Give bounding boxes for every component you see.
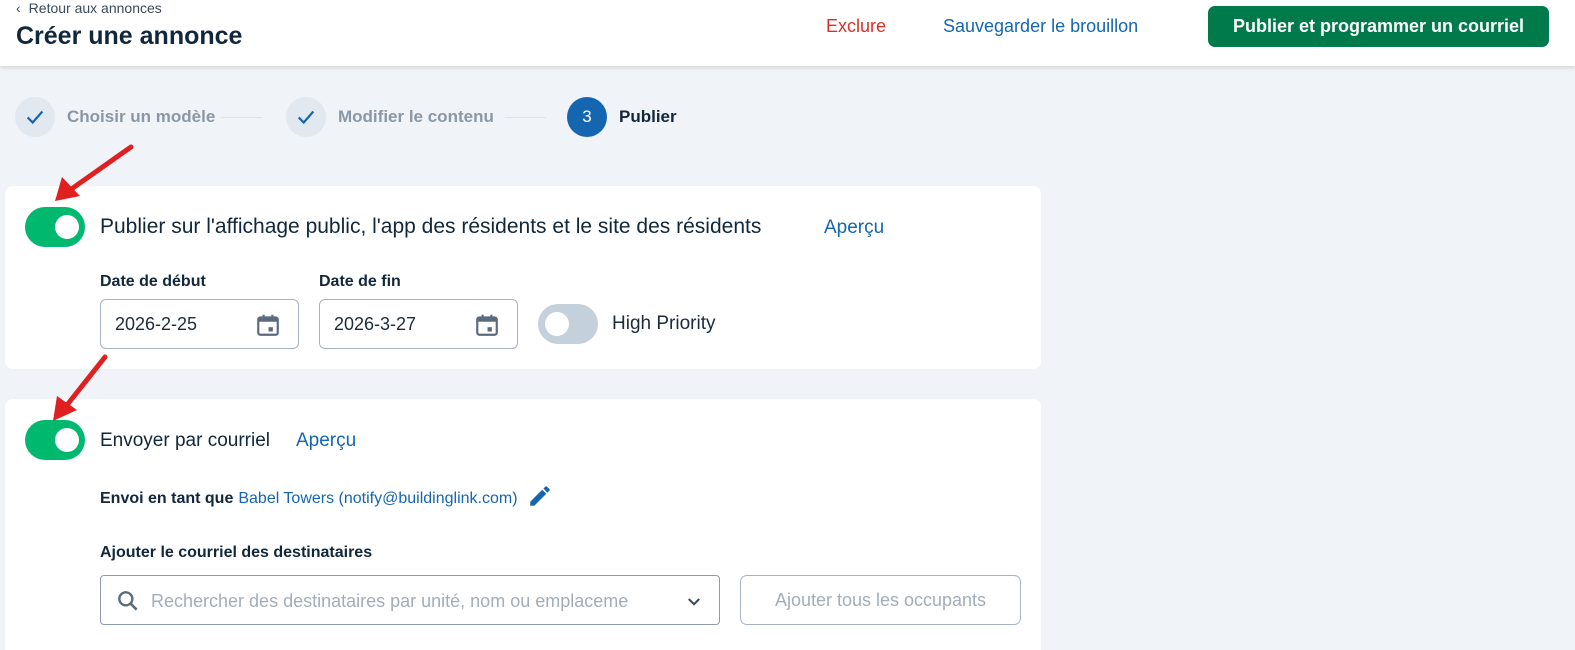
high-priority-label: High Priority [612, 313, 716, 334]
step-label: Modifier le contenu [338, 107, 494, 126]
page-title: Créer une annonce [16, 22, 243, 50]
pencil-icon[interactable] [527, 483, 553, 509]
toggle-knob [545, 312, 569, 336]
email-preview-link[interactable]: Aperçu [296, 430, 356, 452]
publish-and-schedule-button[interactable]: Publier et programmer un courriel [1208, 6, 1549, 47]
recipients-label: Ajouter le courriel des destinataires [100, 544, 373, 561]
exclude-button[interactable]: Exclure [826, 16, 886, 37]
step-choose-template[interactable]: Choisir un modèle [15, 97, 215, 137]
search-icon [118, 591, 138, 611]
start-date-label: Date de début [100, 273, 206, 290]
chevron-left-icon: ‹ [16, 0, 21, 16]
public-display-card: Publier sur l'affichage public, l'app de… [5, 186, 1041, 369]
step-label: Publier [619, 107, 677, 126]
back-to-announcements-link[interactable]: ‹ Retour aux annonces [16, 0, 162, 16]
step-done-indicator [286, 97, 326, 137]
calendar-icon[interactable] [255, 312, 281, 338]
add-all-occupants-button[interactable]: Ajouter tous les occupants [740, 575, 1021, 625]
email-card: Envoyer par courriel Aperçu Envoi en tan… [5, 399, 1041, 650]
start-date-value: 2026-2-25 [115, 313, 198, 334]
high-priority-toggle[interactable] [538, 304, 598, 344]
public-display-toggle[interactable] [25, 207, 85, 247]
check-icon [26, 110, 44, 125]
public-display-preview-link[interactable]: Aperçu [824, 217, 884, 239]
chevron-down-icon[interactable] [685, 593, 703, 611]
step-divider [221, 117, 262, 118]
step-divider [505, 117, 546, 118]
save-draft-button[interactable]: Sauvegarder le brouillon [943, 16, 1138, 37]
toggle-knob [55, 428, 79, 452]
recipients-search-input[interactable]: Rechercher des destinataires par unité, … [100, 575, 720, 625]
step-label: Choisir un modèle [67, 107, 216, 126]
step-edit-content[interactable]: Modifier le contenu [286, 97, 494, 137]
end-date-value: 2026-3-27 [334, 313, 417, 334]
sender-value: Babel Towers (notify@buildinglink.com) [238, 490, 518, 507]
step-done-indicator [15, 97, 55, 137]
end-date-field[interactable]: 2026-3-27 [319, 299, 518, 349]
toggle-knob [55, 215, 79, 239]
step-publish[interactable]: 3 Publier [567, 97, 677, 137]
check-icon [297, 110, 315, 125]
email-toggle[interactable] [25, 420, 85, 460]
back-link-label: Retour aux annonces [28, 0, 162, 16]
sender-line: Envoi en tant que Babel Towers (notify@b… [100, 486, 553, 509]
calendar-icon[interactable] [474, 312, 500, 338]
end-date-label: Date de fin [319, 273, 401, 290]
start-date-field[interactable]: 2026-2-25 [100, 299, 299, 349]
page-header: ‹ Retour aux annonces Créer une annonce … [0, 0, 1575, 66]
search-placeholder: Rechercher des destinataires par unité, … [151, 591, 629, 611]
public-display-label: Publier sur l'affichage public, l'app de… [100, 215, 762, 238]
sender-prefix: Envoi en tant que [100, 490, 234, 507]
email-label: Envoyer par courriel [100, 430, 271, 451]
step-number-badge: 3 [567, 97, 607, 137]
